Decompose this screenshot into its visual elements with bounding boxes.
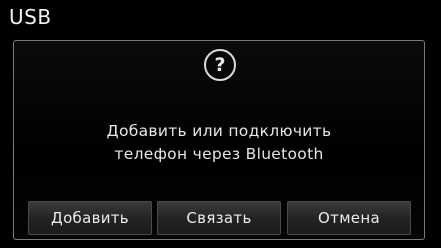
cancel-button[interactable]: Отмена [287, 201, 411, 235]
bluetooth-prompt-dialog: ? Добавить или подключить телефон через … [13, 40, 425, 240]
source-title: USB [9, 5, 52, 29]
dialog-buttons: Добавить Связать Отмена [19, 201, 419, 237]
screen: USB ? Добавить или подключить телефон че… [0, 0, 441, 248]
question-icon: ? [204, 49, 236, 81]
dialog-message-line-1: Добавить или подключить [106, 122, 332, 140]
dialog-message-line-2: телефон через Bluetooth [114, 145, 324, 163]
add-button[interactable]: Добавить [28, 201, 152, 235]
dialog-message: Добавить или подключить телефон через Bl… [14, 120, 424, 166]
pair-button[interactable]: Связать [157, 201, 281, 235]
